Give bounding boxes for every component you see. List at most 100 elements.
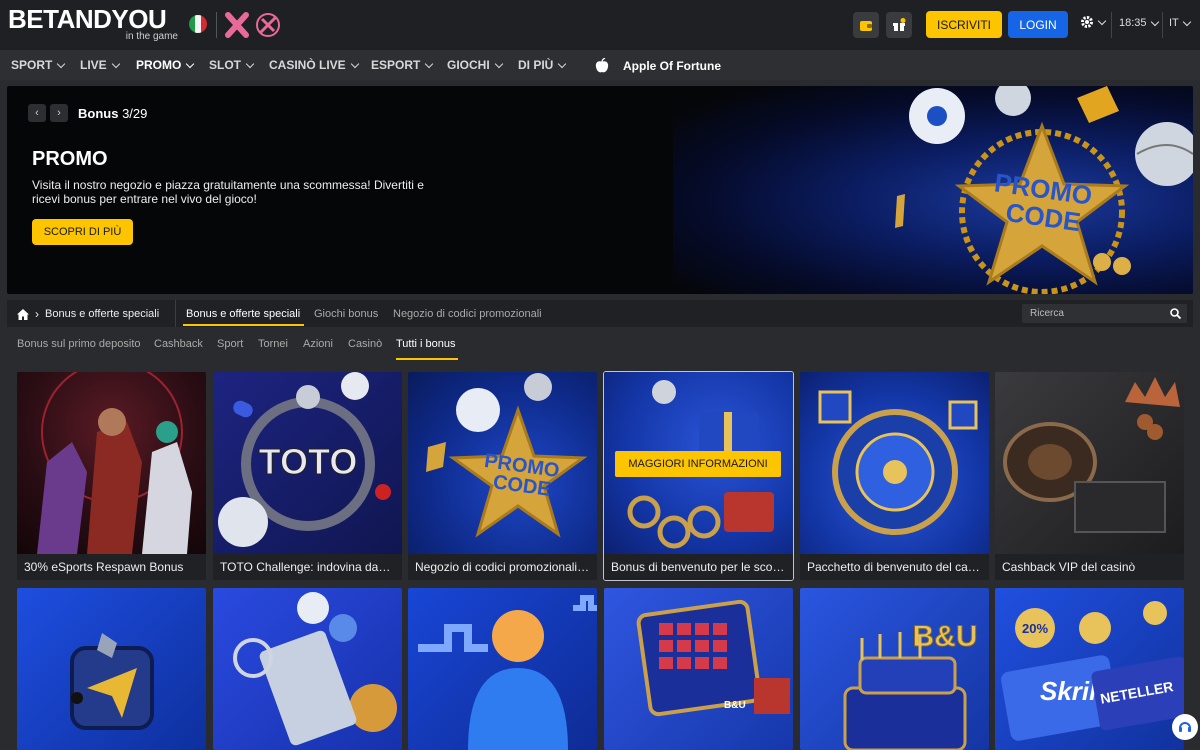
chevron-down-icon <box>245 59 255 68</box>
banner-pager: ‹ › Bonus 3/29 <box>28 104 147 122</box>
filter-actions[interactable]: Azioni <box>303 338 333 350</box>
nav-item-label: DI PIÙ <box>518 58 554 72</box>
headset-icon <box>1179 722 1191 732</box>
next-arrow-icon[interactable]: › <box>50 104 68 122</box>
divider <box>175 300 176 327</box>
card-title: Cashback VIP del casinò <box>995 554 1184 580</box>
tab-promo-code-shop[interactable]: Negozio di codici promozionali <box>393 308 542 320</box>
bonus-card[interactable] <box>17 588 206 750</box>
support-chat-button[interactable] <box>1172 714 1198 740</box>
card-image <box>17 588 206 750</box>
filter-first-deposit[interactable]: Bonus sul primo deposito <box>17 338 141 350</box>
filter-sport[interactable]: Sport <box>217 338 243 350</box>
chevron-down-icon <box>111 59 120 68</box>
bonus-filter-bar: Bonus sul primo deposito Cashback Sport … <box>7 332 1193 360</box>
nav-item-label: ESPORT <box>371 58 421 72</box>
card-image <box>800 372 989 554</box>
language-selector[interactable]: IT <box>1169 17 1192 29</box>
wallet-icon[interactable] <box>853 12 879 38</box>
bonus-card[interactable]: 20% Skrill NETELLER <box>995 588 1184 750</box>
logo[interactable]: BETANDYOU in the game <box>8 6 180 42</box>
partner-x-logo-icon <box>225 12 280 38</box>
nav-item-label: CASINÒ LIVE <box>269 58 346 72</box>
tab-bonus-games[interactable]: Giochi bonus <box>314 308 378 320</box>
banner-description: Visita il nostro negozio e piazza gratui… <box>32 178 424 206</box>
italy-flag-icon[interactable] <box>189 15 207 33</box>
tab-bonus-offers[interactable]: Bonus e offerte speciali <box>186 308 300 320</box>
card-image: B&U <box>800 588 989 750</box>
banner-counter: Bonus 3/29 <box>78 106 147 121</box>
card-image <box>408 588 597 750</box>
filter-tournaments[interactable]: Tornei <box>258 338 288 350</box>
discover-more-button[interactable]: SCOPRI DI PIÙ <box>32 219 133 245</box>
nav-item-label: Apple Of Fortune <box>623 59 721 73</box>
bonus-card[interactable]: TOTO TOTO Challenge: indovina dagli 8 ai… <box>213 372 402 580</box>
bonus-card[interactable]: PROMO CODE Negozio di codici promozional… <box>408 372 597 580</box>
bonus-card[interactable]: MAGGIORI INFORMAZIONI Bonus di benvenuto… <box>603 371 794 581</box>
nav-item-more[interactable]: DI PIÙ <box>518 58 567 72</box>
clock[interactable]: 18:35 <box>1119 17 1159 29</box>
banner-counter-value: 3/29 <box>122 105 148 121</box>
bonus-card[interactable]: Cashback VIP del casinò <box>995 372 1184 580</box>
nav-item-promo[interactable]: PROMO <box>136 58 195 72</box>
nav-item-esport[interactable]: ESPORT <box>371 58 434 72</box>
card-title: Pacchetto di benvenuto del casinò <box>800 554 989 580</box>
active-tab-indicator <box>183 324 304 326</box>
chevron-down-icon <box>425 59 434 68</box>
bonus-card[interactable]: B&U <box>604 588 793 750</box>
language-text: IT <box>1169 17 1179 29</box>
more-info-button[interactable]: MAGGIORI INFORMAZIONI <box>615 451 781 477</box>
chevron-down-icon <box>186 59 195 68</box>
bonus-card[interactable]: 30% eSports Respawn Bonus <box>17 372 206 580</box>
nav-item-sport[interactable]: SPORT <box>11 58 66 72</box>
section-tab-bar: › Bonus e offerte speciali Bonus e offer… <box>7 300 1193 327</box>
card-image <box>17 372 206 554</box>
chevron-down-icon <box>57 59 66 68</box>
card-image <box>995 372 1184 554</box>
chevron-right-icon: › <box>35 307 39 321</box>
nav-item-label: LIVE <box>80 58 107 72</box>
search-placeholder: Ricerca <box>1030 308 1064 319</box>
card-image-text: B&U <box>724 700 746 711</box>
filter-casino[interactable]: Casinò <box>348 338 382 350</box>
nav-item-live[interactable]: LIVE <box>80 58 120 72</box>
bonus-card[interactable] <box>213 588 402 750</box>
bonus-card[interactable]: Pacchetto di benvenuto del casinò <box>800 372 989 580</box>
bonus-card[interactable] <box>408 588 597 750</box>
settings-menu[interactable] <box>1080 15 1107 29</box>
nav-item-games[interactable]: GIOCHI <box>447 58 503 72</box>
previous-arrow-icon[interactable]: ‹ <box>28 104 46 122</box>
register-button[interactable]: ISCRIVITI <box>926 11 1002 38</box>
card-image: TOTO <box>213 372 402 554</box>
breadcrumb: › Bonus e offerte speciali <box>17 307 159 321</box>
filter-all-bonuses[interactable]: Tutti i bonus <box>396 338 456 350</box>
breadcrumb-current[interactable]: Bonus e offerte speciali <box>45 308 159 320</box>
gift-icon[interactable] <box>886 12 912 38</box>
nav-item-apple-of-fortune[interactable]: Apple Of Fortune <box>595 58 721 74</box>
nav-item-live-casino[interactable]: CASINÒ LIVE <box>269 58 359 72</box>
card-image: PROMO CODE <box>408 372 597 554</box>
chevron-down-icon <box>494 59 503 68</box>
filter-cashback[interactable]: Cashback <box>154 338 203 350</box>
bonus-card[interactable]: B&U <box>800 588 989 750</box>
header-divider <box>1162 12 1163 38</box>
logo-text: BETANDYOU <box>8 4 167 34</box>
card-title: TOTO Challenge: indovina dagli 8 ai 15 r… <box>213 554 402 580</box>
banner-counter-label: Bonus <box>78 105 119 121</box>
header-divider <box>1111 12 1112 38</box>
chevron-down-icon <box>1097 16 1107 25</box>
card-image <box>213 588 402 750</box>
main-nav: SPORT LIVE PROMO SLOT CASINÒ LIVE ESPORT… <box>0 50 1200 80</box>
search-input[interactable]: Ricerca <box>1022 304 1187 323</box>
nav-item-slot[interactable]: SLOT <box>209 58 255 72</box>
card-title: 30% eSports Respawn Bonus <box>17 554 206 580</box>
login-button[interactable]: LOGIN <box>1008 11 1068 38</box>
nav-item-label: PROMO <box>136 58 182 72</box>
card-title: Bonus di benvenuto per le scommesse spor… <box>604 554 793 580</box>
home-icon[interactable] <box>17 308 29 320</box>
search-icon[interactable] <box>1170 308 1181 319</box>
gear-icon <box>1081 16 1093 28</box>
chevron-down-icon <box>558 59 567 68</box>
card-image: 20% Skrill NETELLER <box>995 588 1184 750</box>
top-bar: BETANDYOU in the game ISCRIVITI LOGIN 18… <box>0 0 1200 50</box>
